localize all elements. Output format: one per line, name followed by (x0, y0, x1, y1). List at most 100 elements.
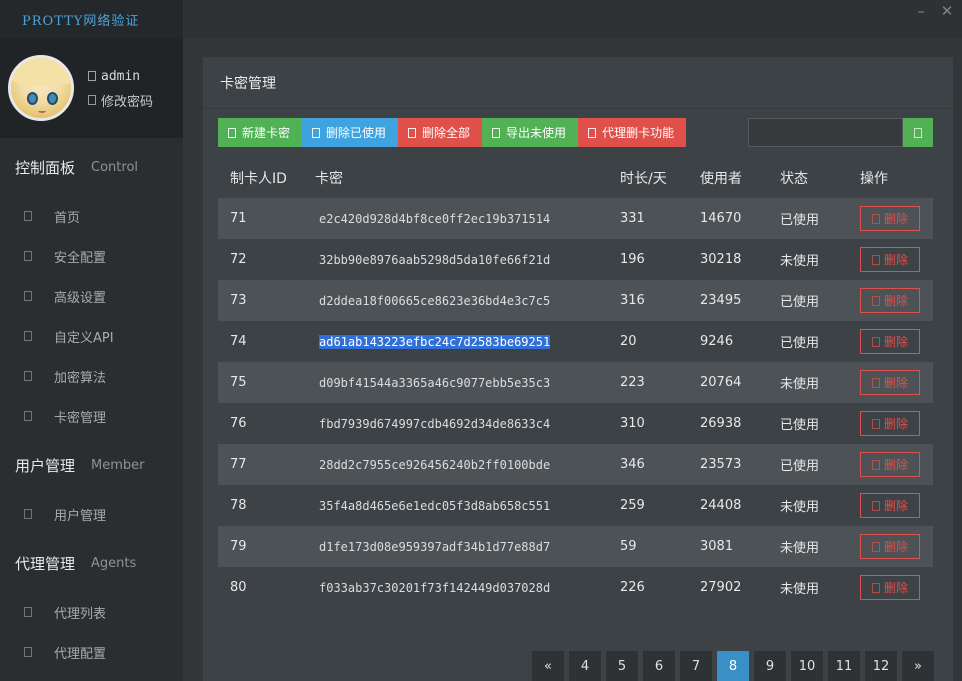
pagination-page-button[interactable]: 12 (865, 651, 897, 681)
trash-icon (871, 418, 880, 429)
search-input[interactable] (748, 118, 903, 147)
delete-row-button[interactable]: 删除 (860, 534, 920, 559)
pagination-prev-button[interactable]: « (532, 651, 564, 681)
delete-all-button[interactable]: 删除全部 (398, 118, 483, 147)
sidebar-item[interactable]: 代理配置 (0, 632, 183, 672)
cell-id: 73 (230, 293, 247, 308)
change-password-link[interactable]: 修改密码 (88, 88, 153, 112)
status-badge: 已使用 (780, 295, 820, 310)
card-key-text[interactable]: d1fe173d08e959397adf34b1d77e88d7 (319, 540, 550, 554)
cell-op: 删除 (860, 206, 933, 231)
delete-row-button[interactable]: 删除 (860, 575, 920, 600)
cell-key: 35f4a8d465e6e1edc05f3d8ab658c551 (315, 499, 620, 513)
table-body: 71 e2c420d928d4bf8ce0ff2ec19b371514 331 146… (218, 198, 933, 608)
pagination-page-button[interactable]: 7 (680, 651, 712, 681)
table-row: 73 d2ddea18f00665ce8623e36bd4e3c7c5 316 234… (218, 280, 933, 321)
sidebar-item[interactable]: 代理列表 (0, 592, 183, 632)
agent-delete-label: 代理删卡功能 (602, 126, 675, 140)
delete-used-button[interactable]: 删除已使用 (302, 118, 399, 147)
delete-row-button[interactable]: 删除 (860, 206, 920, 231)
delete-row-button[interactable]: 删除 (860, 370, 920, 395)
minimize-icon[interactable]: – (912, 2, 930, 20)
delete-row-button[interactable]: 删除 (860, 411, 920, 436)
card-key-text[interactable]: e2c420d928d4bf8ce0ff2ec19b371514 (319, 212, 550, 226)
close-icon[interactable]: ✕ (938, 2, 956, 20)
cell-id: 76 (230, 416, 247, 431)
delete-row-label: 删除 (883, 499, 908, 513)
status-badge: 已使用 (780, 213, 820, 228)
table-header: 制卡人ID 卡密 时长/天 使用者 状态 操作 (218, 157, 933, 198)
card-key-text[interactable]: 28dd2c7955ce926456240b2ff0100bde (319, 458, 550, 472)
cell-duration: 331 (620, 211, 645, 226)
cell-key: 32bb90e8976aab5298d5da10fe66f21d (315, 253, 620, 267)
card-key-text[interactable]: fbd7939d674997cdb4692d34de8633c4 (319, 417, 550, 431)
card-key-text[interactable]: 35f4a8d465e6e1edc05f3d8ab658c551 (319, 499, 550, 513)
cell-duration: 196 (620, 252, 645, 267)
cell-user: 3081 (700, 539, 734, 554)
card-key-text[interactable]: ad61ab143223efbc24c7d2583be69251 (319, 334, 551, 349)
top-bar: – ✕ (183, 0, 962, 38)
table-row: 72 32bb90e8976aab5298d5da10fe66f21d 196 302… (218, 239, 933, 280)
pagination-next-button[interactable]: » (902, 651, 934, 681)
pagination-page-button[interactable]: 4 (569, 651, 601, 681)
export-unused-button[interactable]: 导出未使用 (482, 118, 579, 147)
cell-user: 24408 (700, 498, 742, 513)
cell-user: 27902 (700, 580, 742, 595)
delete-row-button[interactable]: 删除 (860, 247, 920, 272)
menu-item-icon (24, 647, 32, 657)
menu-item-icon (24, 607, 32, 617)
sidebar-item[interactable]: 卡密管理 (0, 396, 183, 436)
card-key-text[interactable]: d09bf41544a3365a46c9077ebb5e35c3 (319, 376, 550, 390)
card-key-text[interactable]: 32bb90e8976aab5298d5da10fe66f21d (319, 253, 550, 267)
cell-id: 74 (230, 334, 247, 349)
table-row: 80 f033ab37c30201f73f142449d037028d 226 279… (218, 567, 933, 608)
sidebar-item[interactable]: 首页 (0, 196, 183, 236)
cell-id: 75 (230, 375, 247, 390)
sidebar-item[interactable]: 自定义API (0, 316, 183, 356)
pagination-page-button[interactable]: 8 (717, 651, 749, 681)
cell-duration: 310 (620, 416, 645, 431)
pagination-page-button[interactable]: 5 (606, 651, 638, 681)
new-card-label: 新建卡密 (242, 126, 291, 140)
cell-op: 删除 (860, 411, 933, 436)
delete-row-button[interactable]: 删除 (860, 452, 920, 477)
sidebar-item-label: 高级设置 (54, 290, 107, 306)
sidebar-item-label: 卡密管理 (54, 410, 107, 426)
pagination-page-button[interactable]: 10 (791, 651, 823, 681)
menu-item-icon (24, 211, 32, 221)
brand-logo: PROTTY网络验证 (0, 0, 183, 38)
cell-op: 删除 (860, 329, 933, 354)
avatar[interactable] (8, 55, 74, 121)
agent-delete-button[interactable]: 代理删卡功能 (578, 118, 687, 147)
cards-table: 制卡人ID 卡密 时长/天 使用者 状态 操作 71 e2c420d928d4bf… (218, 157, 933, 608)
sidebar-item[interactable]: 安全配置 (0, 236, 183, 276)
cell-op: 删除 (860, 534, 933, 559)
pagination-page-button[interactable]: 6 (643, 651, 675, 681)
cell-id: 72 (230, 252, 247, 267)
sidebar-item[interactable]: 加密算法 (0, 356, 183, 396)
delete-row-button[interactable]: 删除 (860, 493, 920, 518)
pagination-page-button[interactable]: 9 (754, 651, 786, 681)
sidebar: PROTTY网络验证 admin 修改密码 控制面板 Control 首页 安全配置高… (0, 0, 183, 681)
pagination-page-button[interactable]: 11 (828, 651, 860, 681)
cell-user: 23495 (700, 293, 742, 308)
search-button[interactable] (903, 118, 933, 147)
sidebar-item[interactable]: 高级设置 (0, 276, 183, 316)
new-card-button[interactable]: 新建卡密 (218, 118, 303, 147)
toolbar: 新建卡密 删除已使用 删除全部 导出未使用 代理删卡功能 (218, 118, 687, 147)
trash-icon (871, 500, 880, 511)
menu-item-icon (24, 331, 32, 341)
trash-icon (871, 377, 880, 388)
cell-key: 28dd2c7955ce926456240b2ff0100bde (315, 458, 620, 472)
profile-card: admin 修改密码 (0, 38, 183, 138)
delete-row-button[interactable]: 删除 (860, 329, 920, 354)
sidebar-item[interactable]: 用户管理 (0, 494, 183, 534)
card-key-text[interactable]: d2ddea18f00665ce8623e36bd4e3c7c5 (319, 294, 550, 308)
cell-id: 79 (230, 539, 247, 554)
delete-row-button[interactable]: 删除 (860, 288, 920, 313)
nav-group-title: 代理管理 (15, 554, 76, 573)
card-key-text[interactable]: f033ab37c30201f73f142449d037028d (319, 581, 550, 595)
cell-op: 删除 (860, 370, 933, 395)
cell-key: fbd7939d674997cdb4692d34de8633c4 (315, 417, 620, 431)
sidebar-nav: 控制面板 Control 首页 安全配置 高级设置 自定义API 加密算法 卡密管理 用户管理 M… (0, 138, 183, 672)
